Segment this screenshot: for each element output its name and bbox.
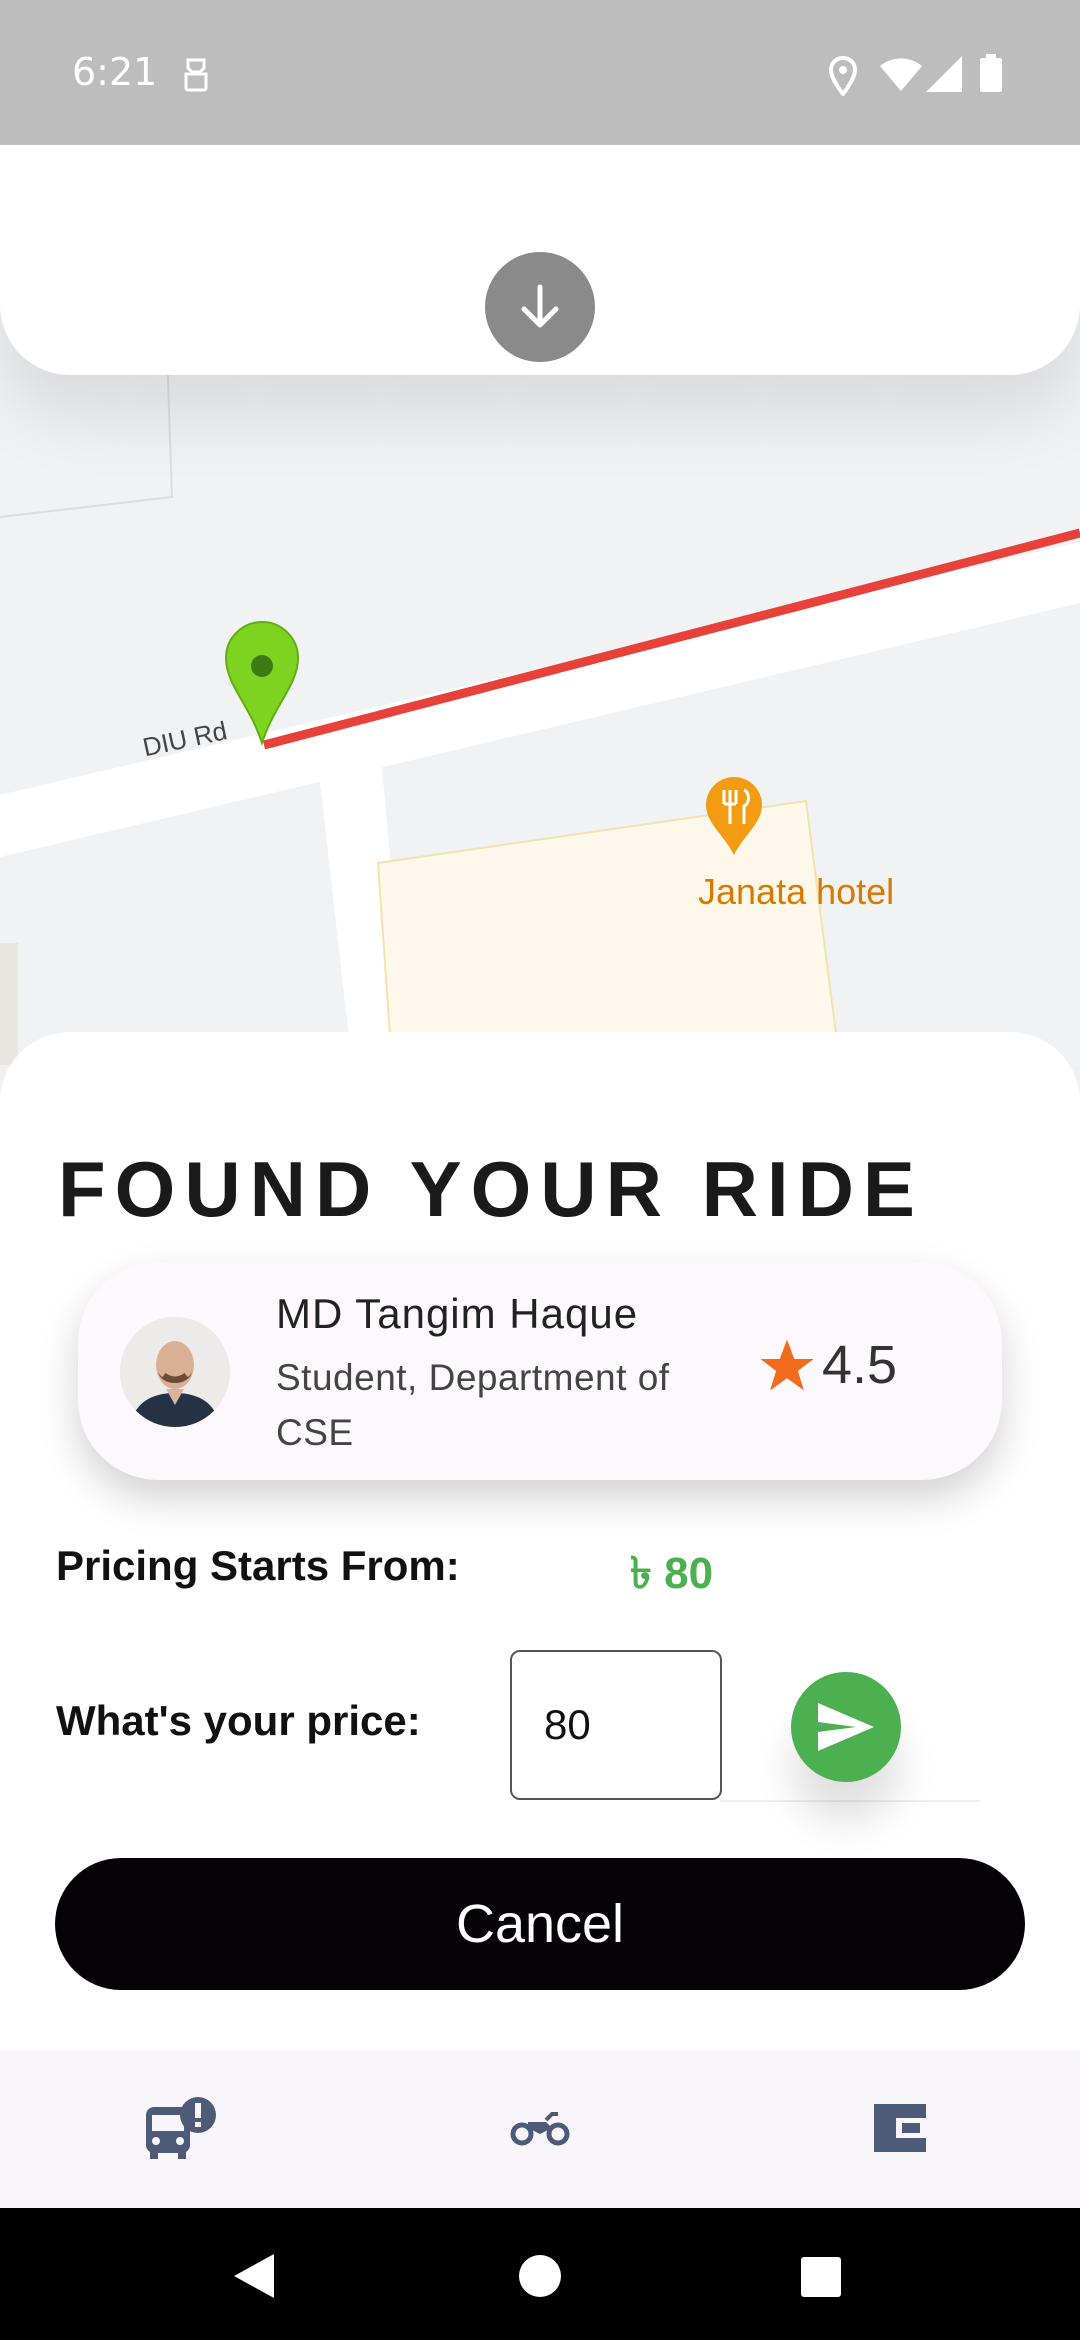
- motorcycle-icon: [510, 2112, 570, 2146]
- wifi-icon: [880, 58, 922, 91]
- status-time: 6:21: [72, 50, 158, 94]
- collapse-button[interactable]: [485, 252, 595, 362]
- driver-rating: 4.5: [758, 1334, 897, 1396]
- home-icon[interactable]: [518, 2254, 562, 2298]
- sim-icon: [184, 58, 208, 92]
- send-icon: [818, 1703, 874, 1751]
- price-input[interactable]: [510, 1650, 722, 1800]
- price-prompt-label: What's your price:: [56, 1697, 421, 1744]
- rating-value: 4.5: [822, 1335, 898, 1395]
- route-line: [262, 528, 1080, 750]
- arrow-down-icon: [521, 284, 559, 328]
- wallet-icon: [874, 2104, 926, 2152]
- system-nav-bar: [0, 2208, 1080, 2340]
- divider: [720, 1800, 980, 1802]
- top-sheet: [0, 145, 1080, 375]
- nav-wallet[interactable]: [855, 2088, 945, 2168]
- send-offer-button[interactable]: [791, 1672, 901, 1782]
- poi-label[interactable]: Janata hotel: [698, 871, 894, 913]
- back-icon[interactable]: [232, 2252, 276, 2300]
- driver-name: MD Tangim Haque: [276, 1290, 639, 1337]
- recents-icon[interactable]: [800, 2256, 842, 2298]
- location-icon: [828, 56, 858, 96]
- driver-subtitle: Student, Department of CSE: [276, 1357, 670, 1453]
- driver-card[interactable]: MD Tangim Haque Student, Department of C…: [78, 1262, 1002, 1480]
- battery-icon: [980, 54, 1002, 92]
- signal-icon: [926, 56, 962, 92]
- sheet-title: FOUND YOUR RIDE: [58, 1145, 924, 1233]
- nav-ride[interactable]: [495, 2088, 585, 2168]
- star-icon: [760, 1339, 814, 1391]
- driver-avatar: [120, 1317, 230, 1427]
- pricing-value: ৳ 80: [630, 1549, 714, 1598]
- nav-bus-alert[interactable]: [135, 2088, 225, 2168]
- bus-alert-icon: [146, 2097, 216, 2159]
- ride-found-sheet: FOUND YOUR RIDE MD Tangim Haque Student,…: [0, 1032, 1080, 2050]
- bottom-nav: [0, 2050, 1080, 2208]
- pricing-label: Pricing Starts From:: [56, 1542, 460, 1589]
- cancel-button[interactable]: Cancel: [55, 1858, 1025, 1990]
- status-bar: 6:21: [0, 0, 1080, 145]
- pickup-pin-icon: [224, 621, 300, 747]
